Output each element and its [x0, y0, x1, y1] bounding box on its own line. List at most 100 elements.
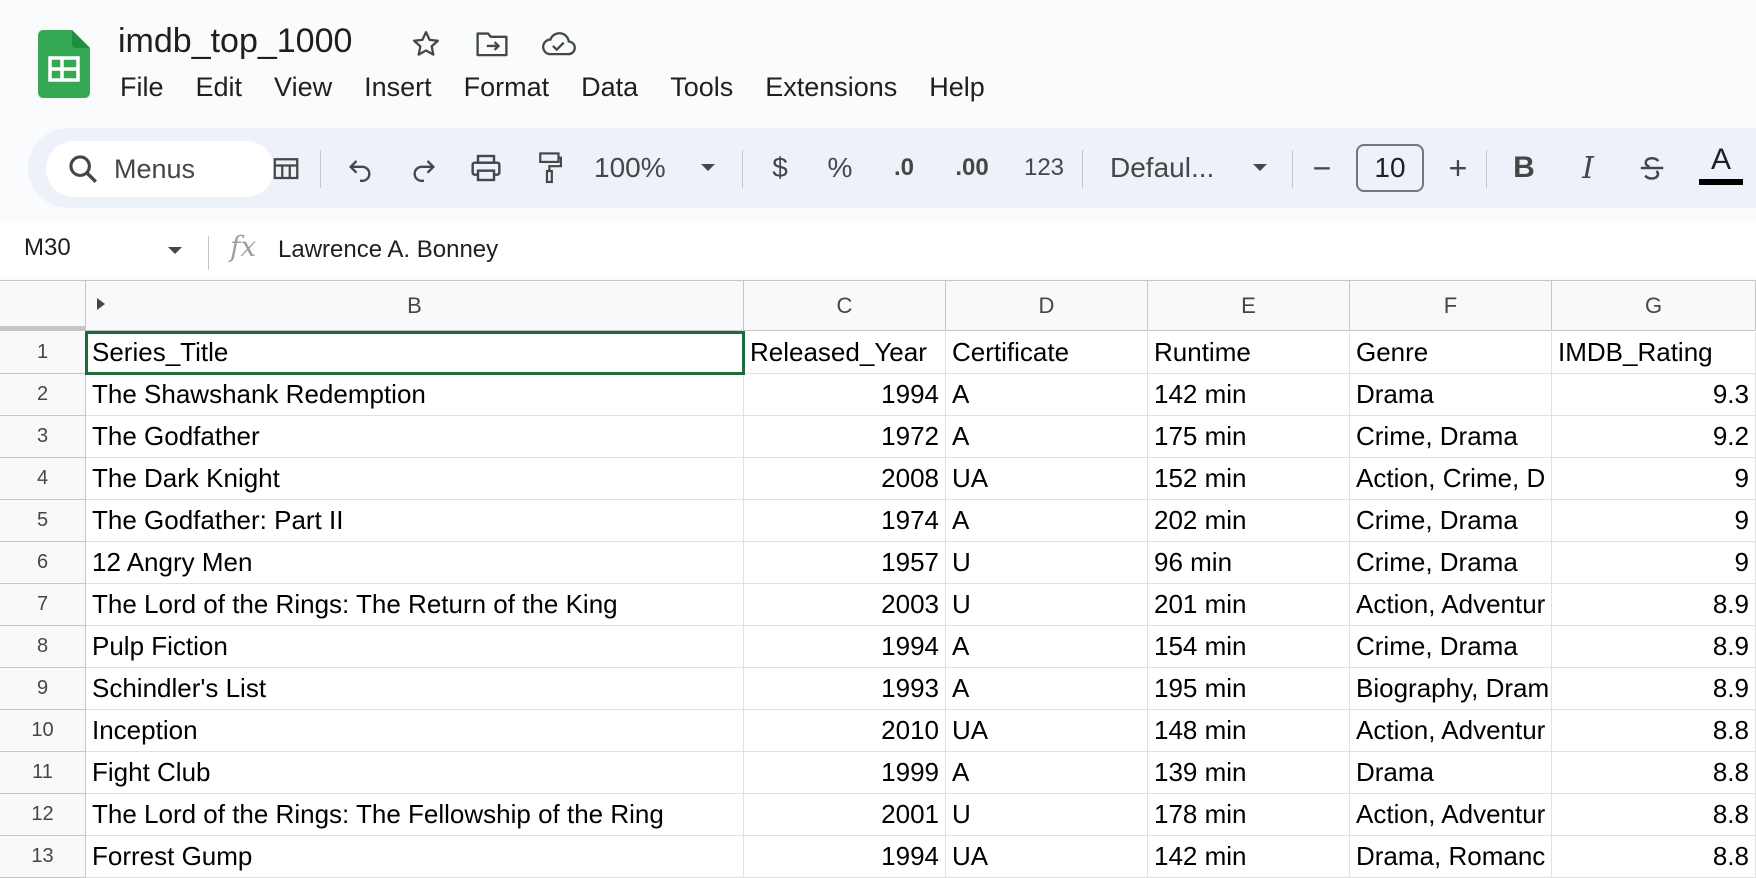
- zoom-select[interactable]: 100%: [594, 148, 694, 188]
- table-cell[interactable]: Crime, Drama: [1350, 542, 1552, 584]
- table-cell[interactable]: U: [946, 794, 1148, 836]
- column-header-d[interactable]: D: [946, 281, 1148, 331]
- table-cell[interactable]: The Lord of the Rings: The Return of the…: [86, 584, 744, 626]
- table-cell[interactable]: 201 min: [1148, 584, 1350, 626]
- expand-columns-icon[interactable]: [96, 297, 106, 311]
- italic-button[interactable]: I: [1566, 148, 1610, 188]
- star-icon[interactable]: [404, 24, 448, 64]
- table-cell[interactable]: 1957: [744, 542, 946, 584]
- table-cell[interactable]: A: [946, 752, 1148, 794]
- table-cell[interactable]: Series_Title: [85, 331, 745, 375]
- table-cell[interactable]: Crime, Drama: [1350, 500, 1552, 542]
- sheets-logo[interactable]: [38, 30, 90, 98]
- table-cell[interactable]: A: [946, 374, 1148, 416]
- table-cell[interactable]: 12 Angry Men: [86, 542, 744, 584]
- table-cell[interactable]: 8.8: [1552, 836, 1756, 878]
- table-cell[interactable]: Action, Crime, D: [1350, 458, 1552, 500]
- table-cell[interactable]: A: [946, 668, 1148, 710]
- zoom-caret-icon[interactable]: [694, 148, 722, 188]
- more-formats-button[interactable]: 123: [1016, 148, 1072, 188]
- row-header[interactable]: 2: [0, 374, 86, 416]
- table-cell[interactable]: Drama: [1350, 752, 1552, 794]
- row-header[interactable]: 8: [0, 626, 86, 668]
- font-select[interactable]: Defaul...: [1110, 148, 1240, 188]
- menu-search[interactable]: Menus: [46, 141, 274, 197]
- row-header[interactable]: 3: [0, 416, 86, 458]
- strikethrough-icon[interactable]: [1630, 148, 1674, 188]
- redo-icon[interactable]: [402, 148, 446, 188]
- table-cell[interactable]: UA: [946, 710, 1148, 752]
- menu-insert[interactable]: Insert: [348, 70, 448, 105]
- menu-format[interactable]: Format: [448, 70, 566, 105]
- undo-icon[interactable]: [338, 148, 382, 188]
- row-header[interactable]: 9: [0, 668, 86, 710]
- table-cell[interactable]: 8.8: [1552, 752, 1756, 794]
- menu-help[interactable]: Help: [913, 70, 1001, 105]
- table-cell[interactable]: Genre: [1350, 332, 1552, 374]
- table-cell[interactable]: 9.3: [1552, 374, 1756, 416]
- table-cell[interactable]: Crime, Drama: [1350, 626, 1552, 668]
- table-cell[interactable]: 1993: [744, 668, 946, 710]
- name-box-caret-icon[interactable]: [166, 246, 184, 256]
- table-cell[interactable]: Action, Adventur: [1350, 710, 1552, 752]
- row-header[interactable]: 6: [0, 542, 86, 584]
- table-cell[interactable]: Crime, Drama: [1350, 416, 1552, 458]
- table-cell[interactable]: 139 min: [1148, 752, 1350, 794]
- table-cell[interactable]: 8.8: [1552, 794, 1756, 836]
- table-cell[interactable]: 8.9: [1552, 626, 1756, 668]
- table-cell[interactable]: 202 min: [1148, 500, 1350, 542]
- table-cell[interactable]: The Godfather: [86, 416, 744, 458]
- table-cell[interactable]: Drama: [1350, 374, 1552, 416]
- table-cell[interactable]: Forrest Gump: [86, 836, 744, 878]
- menu-file[interactable]: File: [104, 70, 180, 105]
- table-cell[interactable]: UA: [946, 836, 1148, 878]
- table-cell[interactable]: IMDB_Rating: [1552, 332, 1756, 374]
- table-cell[interactable]: A: [946, 626, 1148, 668]
- table-cell[interactable]: UA: [946, 458, 1148, 500]
- row-header[interactable]: 11: [0, 752, 86, 794]
- percent-format-button[interactable]: %: [820, 148, 860, 188]
- table-cell[interactable]: 9.2: [1552, 416, 1756, 458]
- table-cell[interactable]: Released_Year: [744, 332, 946, 374]
- move-folder-icon[interactable]: [470, 24, 514, 64]
- table-cell[interactable]: 8.9: [1552, 584, 1756, 626]
- paint-format-icon[interactable]: [528, 148, 572, 188]
- table-cell[interactable]: The Shawshank Redemption: [86, 374, 744, 416]
- table-cell[interactable]: The Lord of the Rings: The Fellowship of…: [86, 794, 744, 836]
- table-cell[interactable]: Biography, Dram: [1350, 668, 1552, 710]
- table-cell[interactable]: Runtime: [1148, 332, 1350, 374]
- table-cell[interactable]: Pulp Fiction: [86, 626, 744, 668]
- table-cell[interactable]: 96 min: [1148, 542, 1350, 584]
- table-cell[interactable]: 8.8: [1552, 710, 1756, 752]
- table-cell[interactable]: A: [946, 500, 1148, 542]
- calendar-table-icon[interactable]: [264, 148, 308, 188]
- table-cell[interactable]: Inception: [86, 710, 744, 752]
- column-header-g[interactable]: G: [1552, 281, 1756, 331]
- table-cell[interactable]: Action, Adventur: [1350, 584, 1552, 626]
- table-cell[interactable]: 1972: [744, 416, 946, 458]
- decrease-font-size-button[interactable]: −: [1302, 148, 1342, 188]
- menu-tools[interactable]: Tools: [654, 70, 749, 105]
- table-cell[interactable]: The Godfather: Part II: [86, 500, 744, 542]
- text-color-button[interactable]: A: [1698, 142, 1744, 188]
- increase-decimal-button[interactable]: .00: [946, 148, 998, 188]
- table-cell[interactable]: 9: [1552, 458, 1756, 500]
- table-cell[interactable]: 154 min: [1148, 626, 1350, 668]
- table-cell[interactable]: 2001: [744, 794, 946, 836]
- table-cell[interactable]: 2010: [744, 710, 946, 752]
- table-cell[interactable]: Certificate: [946, 332, 1148, 374]
- increase-font-size-button[interactable]: +: [1438, 148, 1478, 188]
- table-cell[interactable]: Drama, Romanc: [1350, 836, 1552, 878]
- row-header[interactable]: 13: [0, 836, 86, 878]
- table-cell[interactable]: 1994: [744, 836, 946, 878]
- table-cell[interactable]: 1974: [744, 500, 946, 542]
- table-cell[interactable]: 8.9: [1552, 668, 1756, 710]
- row-header[interactable]: 5: [0, 500, 86, 542]
- table-cell[interactable]: Fight Club: [86, 752, 744, 794]
- column-header-f[interactable]: F: [1350, 281, 1552, 331]
- table-cell[interactable]: 1999: [744, 752, 946, 794]
- column-header-c[interactable]: C: [744, 281, 946, 331]
- table-cell[interactable]: 148 min: [1148, 710, 1350, 752]
- print-icon[interactable]: [464, 148, 508, 188]
- table-cell[interactable]: 1994: [744, 626, 946, 668]
